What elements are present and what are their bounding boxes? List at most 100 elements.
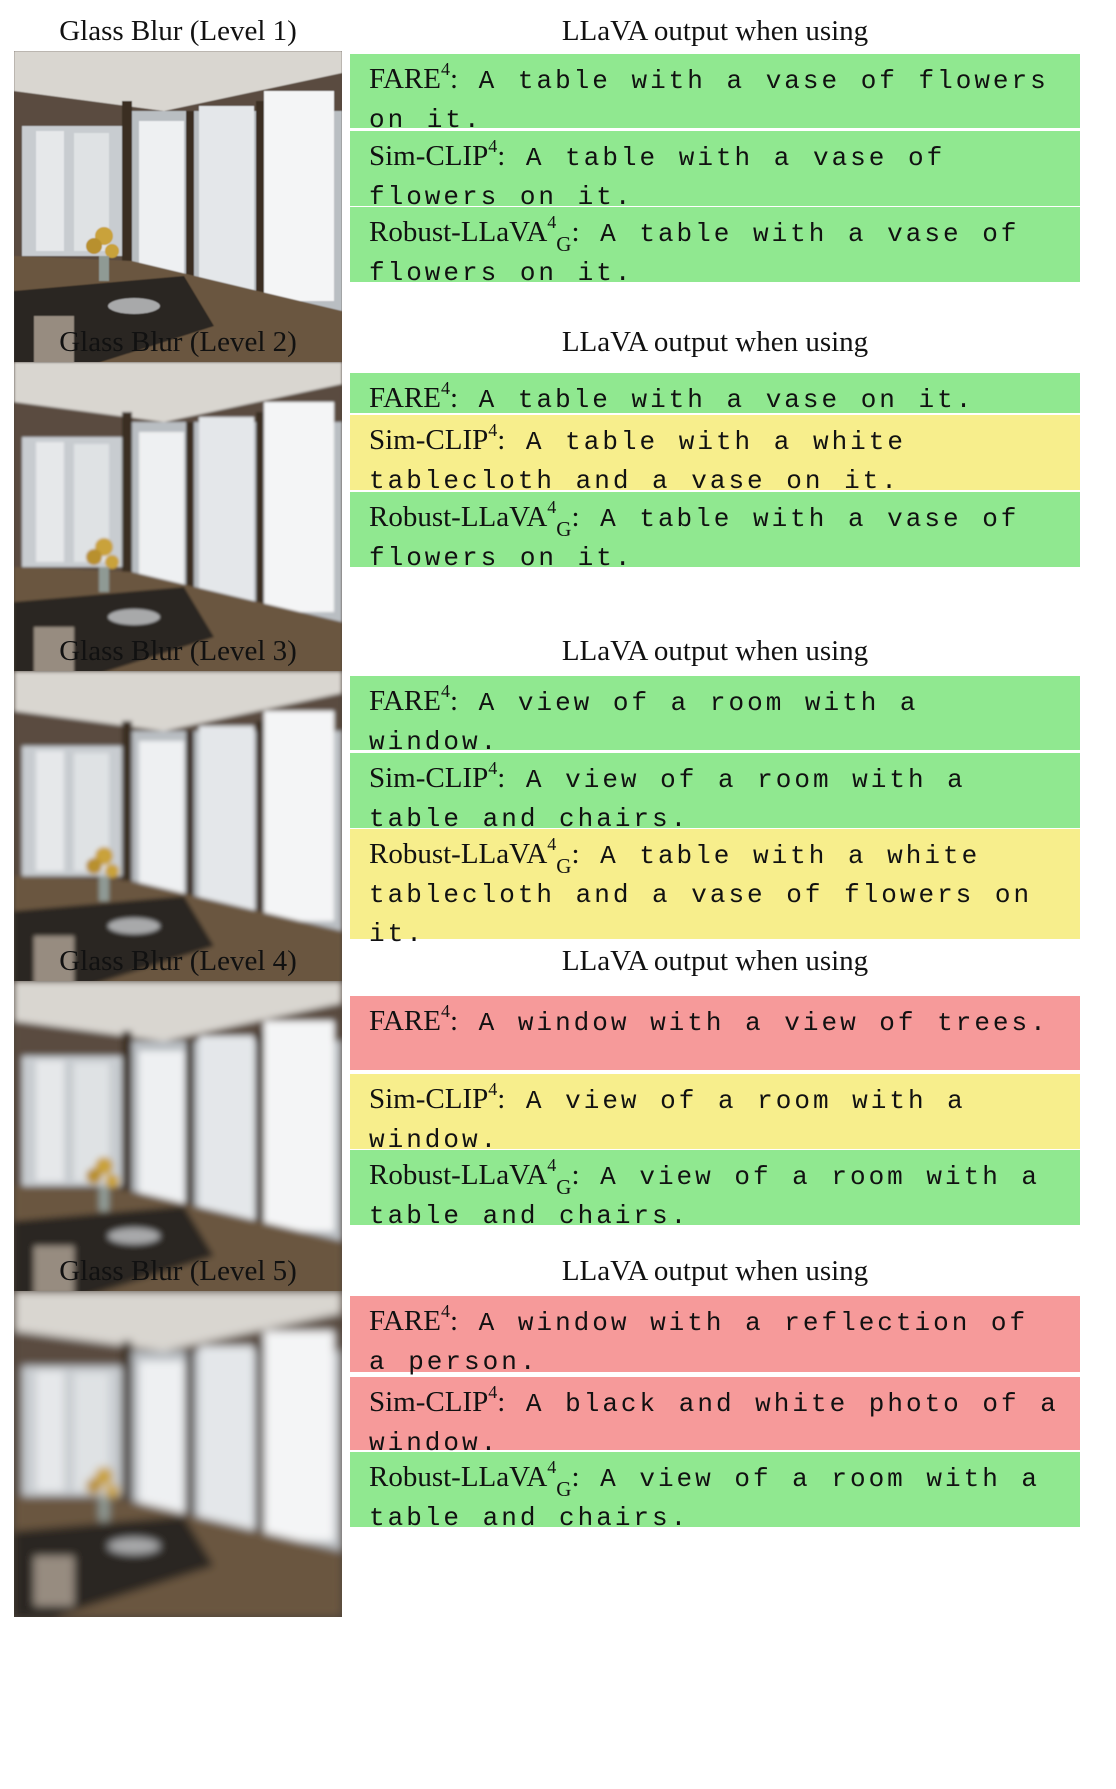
- model-superscript: 4: [547, 212, 557, 233]
- image-caption: Glass Blur (Level 4): [59, 945, 297, 977]
- panel-level-5: Glass Blur (Level 5) LLaVA output when us…: [0, 1254, 1116, 1617]
- model-name: Robust-LLaVA4G:: [369, 835, 580, 876]
- colon: :: [497, 1083, 506, 1115]
- llava-output-box: FARE4: A table with a vase on it.: [350, 373, 1080, 415]
- llava-output-box: Robust-LLaVA4G: A table with a white tab…: [350, 829, 1080, 949]
- model-label: Robust-LLaVA: [369, 838, 548, 870]
- colon: :: [571, 838, 580, 870]
- model-label: Sim-CLIP: [369, 1083, 489, 1115]
- panel-level-2: Glass Blur (Level 2) LLaVA output when us…: [0, 325, 1116, 688]
- model-label: FARE: [369, 1005, 441, 1037]
- model-superscript: 4: [440, 378, 450, 399]
- model-subscript: G: [556, 231, 572, 256]
- model-superscript: 4: [547, 1457, 557, 1478]
- model-label: Sim-CLIP: [369, 424, 489, 456]
- model-superscript: 4: [440, 1001, 450, 1022]
- colon: :: [497, 424, 506, 456]
- model-name: FARE4:: [369, 682, 459, 717]
- colon: :: [449, 382, 459, 414]
- caption-text: A window with a reflection of a person.: [369, 1308, 1029, 1377]
- model-name: Sim-CLIP4:: [369, 137, 506, 172]
- model-superscript: 4: [440, 1301, 450, 1322]
- model-label: Robust-LLaVA: [369, 501, 548, 533]
- model-name: FARE4:: [369, 1302, 459, 1337]
- llava-output-box: FARE4: A view of a room with a window.: [350, 676, 1080, 757]
- colon: :: [449, 685, 459, 717]
- llava-output-box: Sim-CLIP4: A view of a room with a table…: [350, 753, 1080, 834]
- model-label: FARE: [369, 685, 441, 717]
- model-subscript: G: [556, 516, 572, 541]
- model-name: FARE4:: [369, 379, 459, 414]
- model-label: Robust-LLaVA: [369, 216, 548, 248]
- image-caption: Glass Blur (Level 1): [59, 15, 297, 47]
- model-label: Robust-LLaVA: [369, 1159, 548, 1191]
- model-label: FARE: [369, 1305, 441, 1337]
- colon: :: [571, 1461, 580, 1493]
- model-name: Sim-CLIP4:: [369, 421, 506, 456]
- model-superscript: 4: [488, 136, 498, 157]
- model-label: Sim-CLIP: [369, 140, 489, 172]
- model-label: Sim-CLIP: [369, 1386, 489, 1418]
- model-name: FARE4:: [369, 1002, 459, 1037]
- colon: :: [449, 63, 459, 95]
- colon: :: [497, 1386, 506, 1418]
- image-caption: Glass Blur (Level 2): [59, 326, 297, 358]
- model-label: FARE: [369, 382, 441, 414]
- model-name: Robust-LLaVA4G:: [369, 213, 580, 254]
- llava-output-box: FARE4: A window with a view of trees.: [350, 996, 1080, 1070]
- llava-output-box: Sim-CLIP4: A black and white photo of a …: [350, 1377, 1080, 1458]
- model-name: Robust-LLaVA4G:: [369, 1458, 580, 1499]
- llava-output-box: FARE4: A window with a reflection of a p…: [350, 1296, 1080, 1377]
- caption-text: A table with a vase on it.: [478, 385, 975, 415]
- model-subscript: G: [556, 853, 572, 878]
- colon: :: [571, 501, 580, 533]
- model-name: Sim-CLIP4:: [369, 759, 506, 794]
- model-name: Robust-LLaVA4G:: [369, 498, 580, 539]
- model-superscript: 4: [488, 420, 498, 441]
- model-superscript: 4: [547, 834, 557, 855]
- model-label: FARE: [369, 63, 441, 95]
- output-header: LLaVA output when using: [561, 15, 869, 47]
- model-superscript: 4: [488, 758, 498, 779]
- model-name: Sim-CLIP4:: [369, 1383, 506, 1418]
- output-header: LLaVA output when using: [561, 635, 869, 667]
- panel-level-4: Glass Blur (Level 4) LLaVA output when us…: [0, 944, 1116, 1307]
- output-header: LLaVA output when using: [561, 945, 869, 977]
- model-superscript: 4: [440, 681, 450, 702]
- caption-text: A table with a vase of flowers on it.: [369, 66, 1049, 135]
- model-superscript: 4: [440, 59, 450, 80]
- llava-output-box: Sim-CLIP4: A table with a white tableclo…: [350, 415, 1080, 496]
- output-header: LLaVA output when using: [561, 1255, 869, 1287]
- image-caption: Glass Blur (Level 3): [59, 635, 297, 667]
- colon: :: [571, 216, 580, 248]
- caption-text: A window with a view of trees.: [478, 1008, 1049, 1038]
- colon: :: [497, 140, 506, 172]
- model-label: Sim-CLIP: [369, 762, 489, 794]
- llava-output-box: Robust-LLaVA4G: A table with a vase of f…: [350, 492, 1080, 573]
- model-label: Robust-LLaVA: [369, 1461, 548, 1493]
- llava-output-box: Robust-LLaVA4G: A view of a room with a …: [350, 1150, 1080, 1231]
- model-superscript: 4: [488, 1382, 498, 1403]
- model-name: Robust-LLaVA4G:: [369, 1156, 580, 1197]
- blurred-room-photo: [14, 1291, 342, 1617]
- model-superscript: 4: [488, 1079, 498, 1100]
- output-header: LLaVA output when using: [561, 326, 869, 358]
- llava-output-box: FARE4: A table with a vase of flowers on…: [350, 54, 1080, 135]
- colon: :: [571, 1159, 580, 1191]
- colon: :: [497, 762, 506, 794]
- llava-output-box: Robust-LLaVA4G: A table with a vase of f…: [350, 207, 1080, 288]
- model-subscript: G: [556, 1476, 572, 1501]
- model-name: Sim-CLIP4:: [369, 1080, 506, 1115]
- panel-level-1: Glass Blur (Level 1) LLaVA output when us…: [0, 14, 1116, 377]
- model-name: FARE4:: [369, 60, 459, 95]
- image-caption: Glass Blur (Level 5): [59, 1255, 297, 1287]
- model-subscript: G: [556, 1174, 572, 1199]
- colon: :: [449, 1005, 459, 1037]
- model-superscript: 4: [547, 1155, 557, 1176]
- llava-output-box: Sim-CLIP4: A view of a room with a windo…: [350, 1074, 1080, 1155]
- model-superscript: 4: [547, 497, 557, 518]
- llava-output-box: Sim-CLIP4: A table with a vase of flower…: [350, 131, 1080, 212]
- llava-output-box: Robust-LLaVA4G: A view of a room with a …: [350, 1452, 1080, 1533]
- panel-level-3: Glass Blur (Level 3) LLaVA output when us…: [0, 634, 1116, 997]
- colon: :: [449, 1305, 459, 1337]
